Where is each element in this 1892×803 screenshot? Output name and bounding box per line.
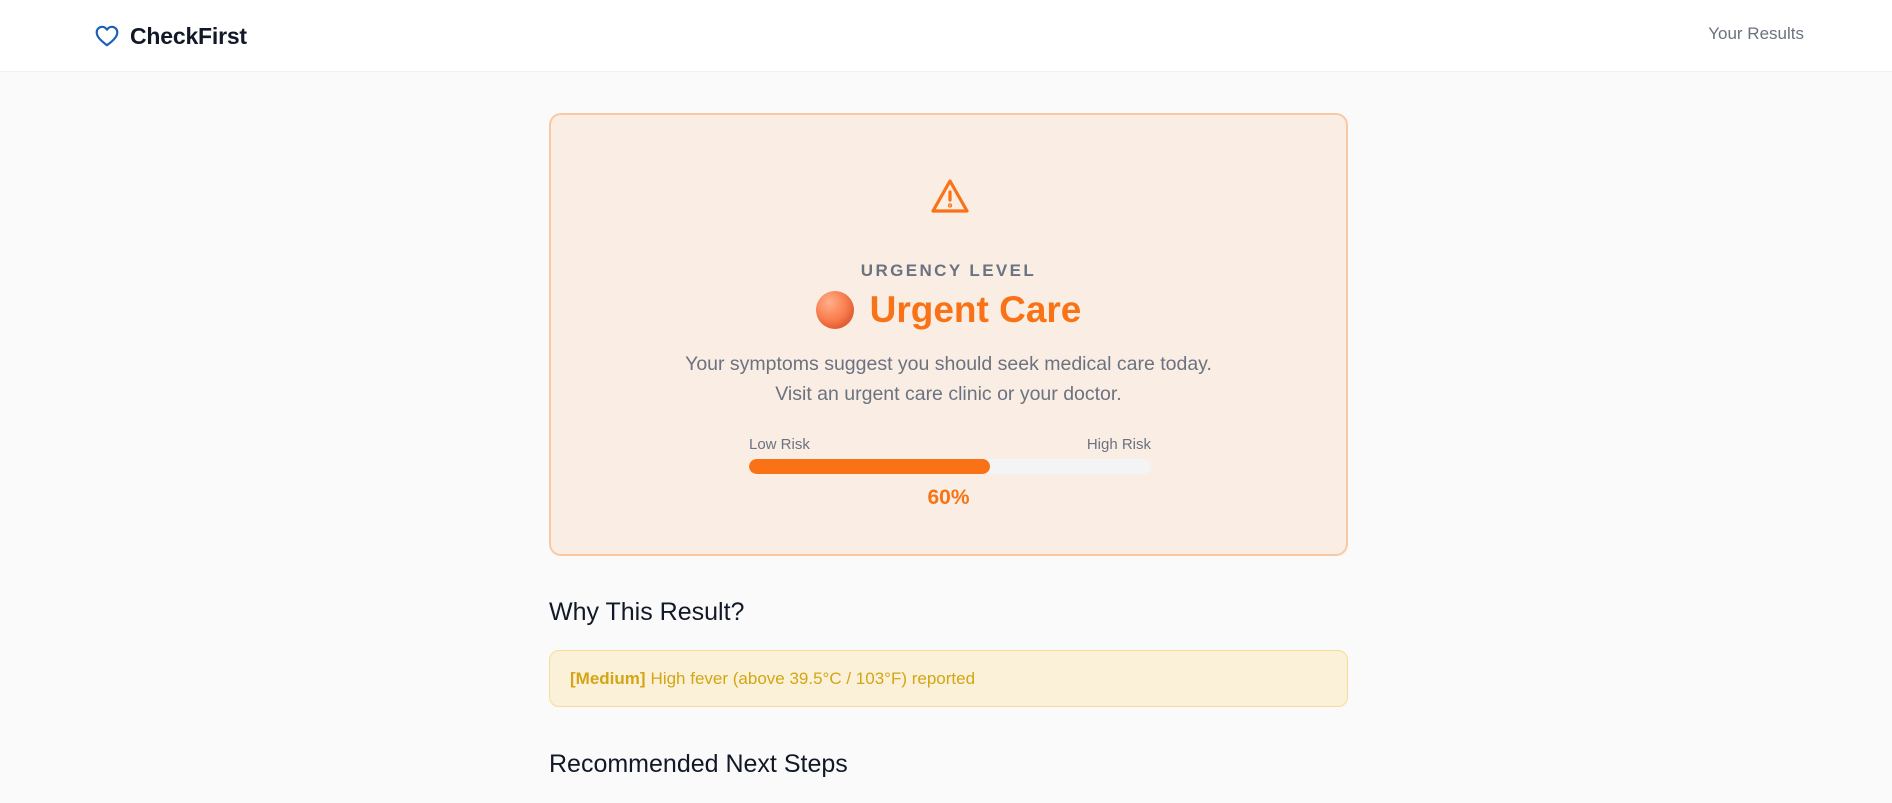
urgency-description: Your symptoms suggest you should seek me…	[551, 349, 1346, 409]
urgency-description-line-1: Your symptoms suggest you should seek me…	[685, 353, 1212, 375]
risk-progress-bar	[749, 459, 1151, 474]
recommended-next-steps-heading: Recommended Next Steps	[549, 750, 848, 778]
urgency-level-label: URGENCY LEVEL	[860, 261, 1037, 280]
nav-your-results-link[interactable]: Your Results	[1708, 24, 1804, 44]
urgency-description-line-2: Visit an urgent care clinic or your doct…	[775, 383, 1122, 405]
brand-name: CheckFirst	[130, 22, 247, 49]
urgency-level-title: Urgent Care	[869, 289, 1082, 330]
reason-severity-tag: [Medium]	[570, 668, 646, 688]
orange-circle-icon	[815, 291, 854, 329]
reason-item: [Medium] High fever (above 39.5°C / 103°…	[549, 650, 1348, 707]
reason-text: High fever (above 39.5°C / 103°F) report…	[650, 668, 976, 688]
low-risk-label: Low Risk	[749, 436, 810, 453]
heart-icon	[95, 25, 119, 47]
risk-scale-labels: Low Risk High Risk	[749, 436, 1151, 453]
top-navbar: CheckFirst Your Results	[0, 0, 1892, 72]
urgency-level-row: Urgent Care	[551, 289, 1346, 331]
risk-progress-fill	[749, 459, 991, 474]
warning-triangle-icon	[931, 179, 969, 213]
urgency-result-card: URGENCY LEVEL Urgent Care Your symptoms …	[549, 113, 1348, 556]
high-risk-label: High Risk	[1086, 436, 1151, 453]
brand-logo-link[interactable]: CheckFirst	[94, 20, 247, 52]
why-this-result-heading: Why This Result?	[549, 598, 745, 626]
risk-percentage: 60%	[927, 486, 970, 509]
